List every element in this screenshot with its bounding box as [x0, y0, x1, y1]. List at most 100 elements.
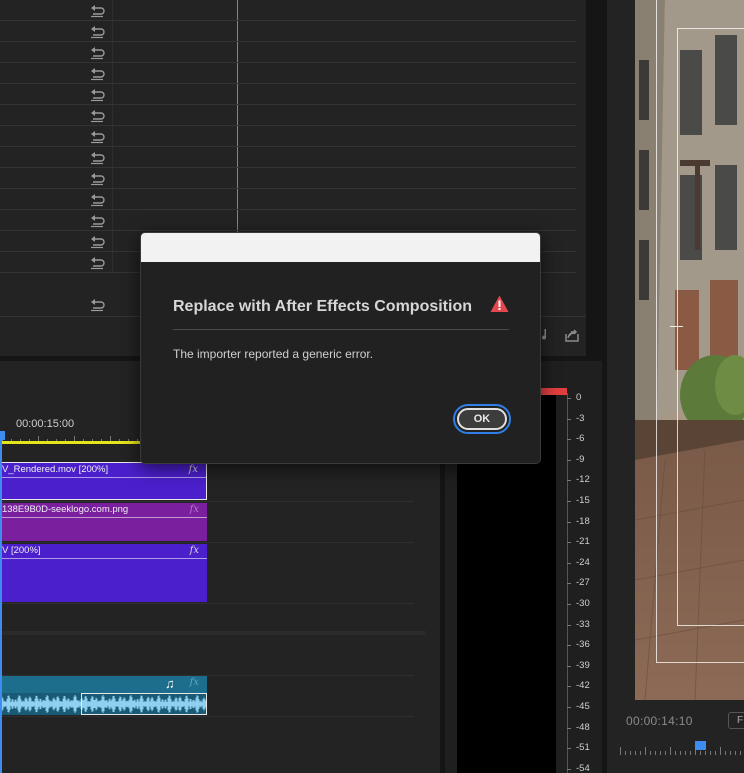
timeline-ruler-timecode: 00:00:15:00 [16, 418, 75, 430]
ok-button[interactable]: OK [453, 404, 511, 434]
reset-icon[interactable] [89, 150, 105, 165]
meter-scale-label: -12 [576, 474, 590, 486]
program-scrub-bar[interactable] [620, 747, 744, 755]
effect-property-row[interactable] [0, 168, 576, 189]
meter-scale-label: -30 [576, 598, 590, 609]
meter-scale-tick [567, 459, 571, 461]
audio-clip[interactable]: ♫ fx [0, 676, 207, 715]
scrub-tick [700, 751, 701, 755]
meter-scale-label: -21 [576, 536, 590, 548]
meter-scale-label: -51 [576, 742, 590, 754]
reset-icon[interactable] [89, 108, 105, 123]
reset-icon[interactable] [89, 45, 105, 60]
ok-button-label: OK [457, 408, 507, 430]
scrub-tick [655, 751, 656, 755]
scrub-tick [650, 751, 651, 755]
reset-icon[interactable] [89, 297, 105, 312]
reset-icon[interactable] [89, 24, 105, 39]
scrub-tick [720, 747, 721, 755]
effect-property-row[interactable] [0, 84, 576, 105]
scrub-tick [630, 751, 631, 755]
music-note-icon: ♫ [165, 676, 175, 691]
scrub-tick [660, 751, 661, 755]
reset-icon[interactable] [89, 3, 105, 18]
scrub-tick [620, 747, 621, 755]
scrub-tick [705, 751, 706, 755]
track-separator [0, 603, 414, 604]
meter-scale-label: -39 [576, 659, 590, 671]
scrub-tick [640, 751, 641, 755]
video-clip[interactable]: V [200%] fx [0, 544, 207, 602]
meter-scale-label: -54 [576, 762, 590, 773]
playhead-handle[interactable] [0, 431, 5, 440]
clip-keyframe-line [0, 477, 206, 478]
meter-scale-tick [567, 686, 571, 688]
meter-scale-label: -18 [576, 515, 590, 527]
effect-property-row[interactable] [0, 63, 576, 84]
export-icon[interactable] [565, 328, 579, 342]
effect-property-row[interactable] [0, 42, 576, 63]
scrub-tick [635, 751, 636, 755]
meter-scale-tick [567, 542, 571, 544]
meter-scale-tick [567, 624, 571, 626]
clip-name: V_Rendered.mov [200%] [2, 464, 109, 475]
meter-scale-tick [567, 521, 571, 523]
reset-icon[interactable] [89, 213, 105, 228]
effect-property-row[interactable] [0, 0, 576, 21]
fx-badge: fx [189, 545, 199, 556]
meter-scale-tick [567, 398, 571, 399]
effect-property-row[interactable] [0, 189, 576, 210]
clip-keyframe-line [0, 517, 207, 518]
meter-scale-tick [567, 707, 571, 708]
meter-scale-label: -33 [576, 618, 590, 630]
meter-scale-tick [567, 727, 571, 729]
scrub-tick [715, 751, 716, 755]
scrub-tick [645, 747, 646, 755]
program-playhead[interactable] [695, 741, 706, 750]
video-clip[interactable]: V_Rendered.mov [200%] fx [0, 462, 207, 500]
scrub-tick [680, 751, 681, 755]
reset-icon[interactable] [89, 66, 105, 81]
meter-scale-tick [567, 748, 571, 750]
program-timecode[interactable]: 00:00:14:10 [626, 714, 693, 728]
reset-icon[interactable] [89, 234, 105, 249]
timeline-playhead[interactable] [0, 432, 2, 773]
scrub-tick [665, 751, 666, 755]
alert-icon [490, 295, 509, 312]
effect-property-row[interactable] [0, 105, 576, 126]
clip-name: 138E9B0D-seeklogo.com.png [2, 504, 129, 515]
meter-scale-tick [567, 583, 571, 585]
dialog-title: Replace with After Effects Composition [173, 298, 472, 315]
scrub-tick [670, 747, 671, 755]
clip-indicator[interactable] [540, 388, 567, 395]
fx-badge: fx [188, 464, 198, 475]
reset-icon[interactable] [89, 87, 105, 102]
video-audio-divider[interactable] [0, 631, 426, 635]
title-safe-guide [677, 28, 744, 626]
work-area-bar[interactable] [0, 441, 145, 444]
reset-icon[interactable] [89, 192, 105, 207]
scrub-tick [685, 751, 686, 755]
meter-scale-label: -15 [576, 495, 590, 506]
scrub-tick [740, 751, 741, 755]
effect-property-row[interactable] [0, 126, 576, 147]
scrub-tick [725, 751, 726, 755]
scrub-tick [625, 751, 626, 755]
meter-scale-tick [567, 562, 571, 564]
meter-scale-tick [567, 418, 571, 420]
reset-icon[interactable] [89, 171, 105, 186]
reset-icon[interactable] [89, 255, 105, 270]
meter-scale-label: -24 [576, 556, 590, 568]
video-clip[interactable]: 138E9B0D-seeklogo.com.png fx [0, 503, 207, 541]
fit-dropdown[interactable]: F [728, 712, 744, 729]
meter-scale-tick [567, 768, 571, 770]
track-separator [0, 501, 414, 502]
effect-property-row[interactable] [0, 21, 576, 42]
effect-property-row[interactable] [0, 210, 576, 231]
effect-property-row[interactable] [0, 147, 576, 168]
dialog-titlebar[interactable] [141, 233, 540, 262]
reset-icon[interactable] [89, 129, 105, 144]
fx-badge: fx [189, 504, 199, 515]
meter-scale-label: -3 [576, 412, 585, 424]
scrub-tick [735, 751, 736, 755]
